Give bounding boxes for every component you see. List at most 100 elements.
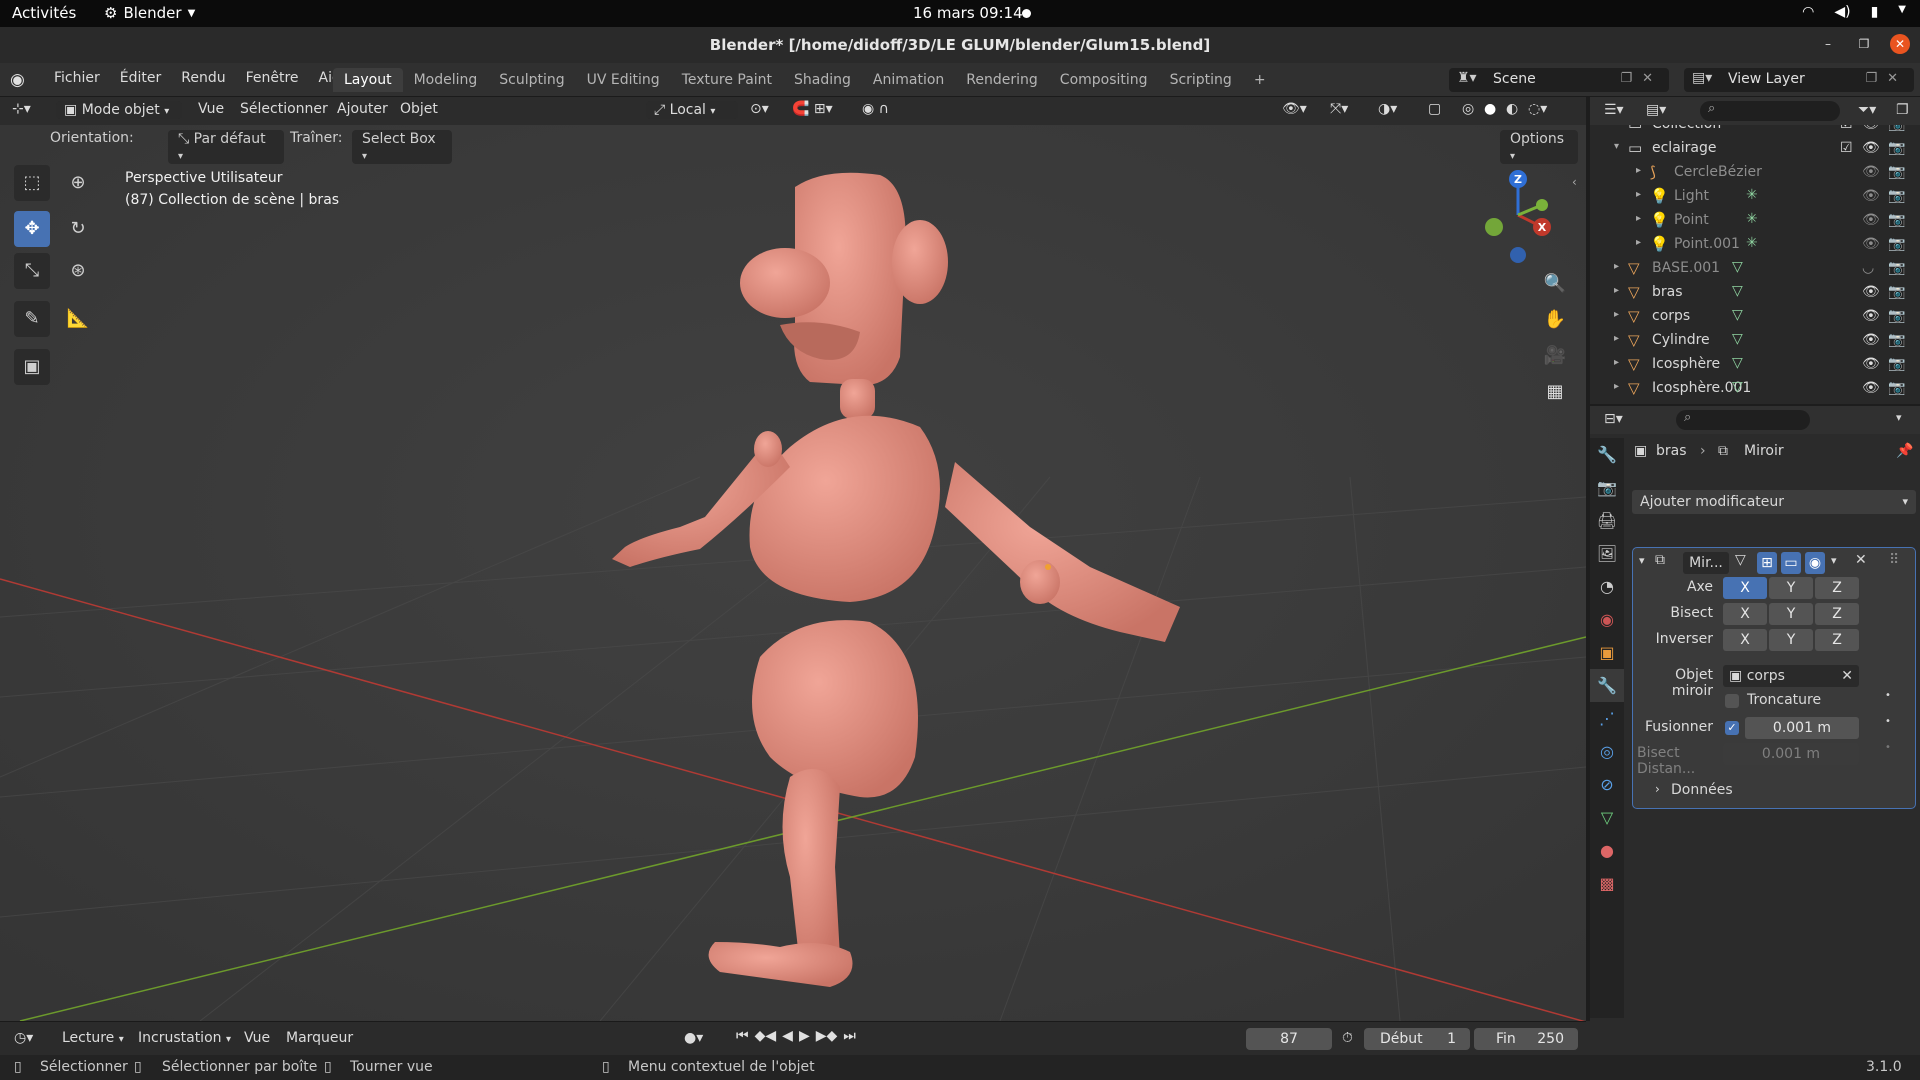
playback-menu[interactable]: Lecture ▾ [62, 1030, 124, 1046]
gizmo-y-axis[interactable] [1536, 199, 1548, 211]
drag-handle-icon[interactable]: ⠿ [1889, 552, 1899, 568]
visibility-eye-icon[interactable]: 👁 [1862, 356, 1880, 372]
chevron-down-icon[interactable]: ▾ [1831, 554, 1837, 567]
tab-modeling[interactable]: Modeling [403, 68, 489, 92]
expand-right-icon[interactable]: ▸ [1636, 237, 1641, 248]
snap-icon[interactable]: 🧲 ⊞▾ [792, 101, 833, 117]
render-camera-icon[interactable]: 📷 [1888, 380, 1905, 396]
marker-menu[interactable]: Marqueur [286, 1030, 353, 1046]
annotate-tool-icon[interactable]: ✎ [14, 301, 50, 337]
editor-type-icon[interactable]: ◷▾ [14, 1030, 33, 1046]
bisect-z-toggle[interactable]: Z [1815, 603, 1859, 625]
duplicate-icon[interactable]: ❐ [1620, 71, 1642, 86]
3d-viewport[interactable]: ⊹▾ ▣ Mode objet ▾ Vue Sélectionner Ajout… [0, 97, 1586, 1021]
edit-mode-toggle-icon[interactable]: ⊞ [1757, 552, 1777, 574]
mesh-data-icon[interactable]: ▽ [1732, 331, 1743, 347]
menu-file[interactable]: Fichier [44, 70, 110, 86]
cursor-tool-icon[interactable]: ⊕ [60, 165, 96, 201]
blender-logo-icon[interactable]: ◉ [10, 70, 25, 90]
bisect-y-toggle[interactable]: Y [1769, 603, 1813, 625]
visibility-eye-icon[interactable]: 👁 [1862, 164, 1880, 180]
outliner-row[interactable]: ▸ ▽ BASE.001 ▽ ◡ 📷 [1590, 257, 1920, 281]
system-tray[interactable]: ◠ ◀) ▮ ▼ [1802, 4, 1906, 20]
viewport-scene[interactable] [0, 97, 1586, 1021]
constraints-tab-icon[interactable]: ⊘ [1590, 768, 1624, 801]
chevron-down-icon[interactable]: ▾ [1896, 411, 1902, 424]
bisect-distance-input[interactable]: 0.001 m [1723, 743, 1859, 765]
texture-tab-icon[interactable]: ▩ [1590, 867, 1624, 900]
flip-y-toggle[interactable]: Y [1769, 629, 1813, 651]
tab-compositing[interactable]: Compositing [1049, 68, 1159, 92]
render-camera-icon[interactable]: 📷 [1888, 236, 1905, 252]
mesh-data-icon[interactable]: ▽ [1732, 283, 1743, 299]
axis-x-toggle[interactable]: X [1723, 577, 1767, 599]
tab-layout[interactable]: Layout [333, 68, 403, 92]
close-icon[interactable]: ✕ [1642, 71, 1663, 86]
overlay-toggle-icon[interactable]: ◑▾ [1378, 101, 1397, 117]
light-data-icon[interactable]: ✳ [1746, 187, 1758, 203]
menu-view[interactable]: Vue [198, 101, 224, 117]
auto-keying-icon[interactable]: ●▾ [684, 1030, 703, 1046]
visibility-eye-icon[interactable]: 👁 [1862, 236, 1880, 252]
modifier-name-input[interactable]: Mir... [1683, 552, 1729, 574]
expand-down-icon[interactable]: ▾ [1614, 141, 1619, 152]
merge-distance-input[interactable]: 0.001 m [1745, 717, 1859, 739]
tab-sculpting[interactable]: Sculpting [488, 68, 575, 92]
outliner-search-input[interactable]: ⌕ [1700, 101, 1840, 121]
shading-wireframe-icon[interactable]: ◎ [1462, 101, 1474, 117]
axis-y-toggle[interactable]: Y [1769, 577, 1813, 599]
add-cube-tool-icon[interactable]: ▣ [14, 349, 50, 385]
stopwatch-icon[interactable]: ⏱ [1342, 1030, 1353, 1046]
visibility-icon[interactable]: 👁▾ [1282, 101, 1307, 117]
select-box-tool-icon[interactable]: ⬚ [14, 165, 50, 201]
tab-texture-paint[interactable]: Texture Paint [671, 68, 783, 92]
properties-search-input[interactable]: ⌕ [1676, 410, 1810, 430]
new-collection-icon[interactable]: ❐ [1896, 102, 1909, 118]
play-reverse-icon[interactable]: ◀ [782, 1028, 793, 1044]
sidebar-toggle-icon[interactable]: ‹ [1572, 175, 1577, 189]
visibility-eye-icon[interactable]: 👁 [1862, 380, 1880, 396]
flip-z-toggle[interactable]: Z [1815, 629, 1859, 651]
add-modifier-dropdown[interactable]: Ajouter modificateur ▾ [1632, 490, 1916, 514]
activities-button[interactable]: Activités [12, 4, 76, 22]
outliner-row[interactable]: ▸ ⟆ CercleBézier 👁 📷 [1590, 161, 1920, 185]
properties-editor[interactable]: ⊟▾ ⌕ ▾ 🔧 📷 🖨 🖼 ◔ ◉ ▣ 🔧 ⋰ ◎ ⊘ ▽ ● ▩ ▣ bra… [1590, 406, 1920, 1021]
visibility-eye-icon[interactable]: 👁 [1862, 140, 1880, 156]
mode-dropdown[interactable]: ▣ Mode objet ▾ [56, 101, 182, 119]
merge-checkbox[interactable]: ✓ [1725, 721, 1739, 735]
tool-tab-icon[interactable]: 🔧 [1590, 438, 1624, 471]
render-camera-icon[interactable]: 📷 [1888, 284, 1905, 300]
tab-uv-editing[interactable]: UV Editing [576, 68, 671, 92]
render-camera-icon[interactable]: 📷 [1888, 212, 1905, 228]
viewport-toggle-icon[interactable]: ▭ [1781, 552, 1801, 574]
bisect-x-toggle[interactable]: X [1723, 603, 1767, 625]
gizmo-neg-y-axis[interactable] [1485, 218, 1503, 236]
menu-edit[interactable]: Éditer [110, 70, 171, 86]
object-tab-icon[interactable]: ▣ [1590, 636, 1624, 669]
physics-tab-icon[interactable]: ◎ [1590, 735, 1624, 768]
menu-add[interactable]: Ajouter [337, 101, 388, 117]
tab-scripting[interactable]: Scripting [1159, 68, 1243, 92]
transform-orientation-dropdown[interactable]: ⤢ Local ▾ [646, 101, 738, 119]
editor-type-icon[interactable]: ⊹▾ [12, 101, 31, 117]
mesh-data-icon[interactable]: ▽ [1732, 355, 1743, 371]
menu-select[interactable]: Sélectionner [240, 101, 328, 117]
close-icon[interactable]: ✕ [1887, 71, 1908, 86]
expand-chevron-icon[interactable]: › [1655, 782, 1660, 796]
gizmo-neg-z-axis[interactable] [1510, 247, 1526, 263]
pivot-icon[interactable]: ⊙▾ [750, 101, 769, 117]
menu-object[interactable]: Objet [400, 101, 438, 117]
outliner-row[interactable]: ▸ ▽ Icosphère ▽ 👁 📷 [1590, 353, 1920, 377]
clock[interactable]: 16 mars 09:14 [913, 4, 1023, 22]
navigation-gizmo[interactable]: Z X [1480, 167, 1560, 267]
maximize-button[interactable]: ❐ [1854, 34, 1874, 54]
visibility-eye-icon[interactable]: 👁 [1862, 212, 1880, 228]
move-tool-icon[interactable]: ✥ [14, 211, 50, 247]
hand-pan-icon[interactable]: ✋ [1538, 303, 1572, 337]
shading-material-icon[interactable]: ◐ [1506, 101, 1518, 117]
world-tab-icon[interactable]: ◉ [1590, 603, 1624, 636]
duplicate-icon[interactable]: ❐ [1865, 71, 1887, 86]
render-toggle-icon[interactable]: ◉ [1805, 552, 1825, 574]
edit-cage-icon[interactable]: ▽ [1735, 552, 1746, 568]
scene-tab-icon[interactable]: ◔ [1590, 570, 1624, 603]
